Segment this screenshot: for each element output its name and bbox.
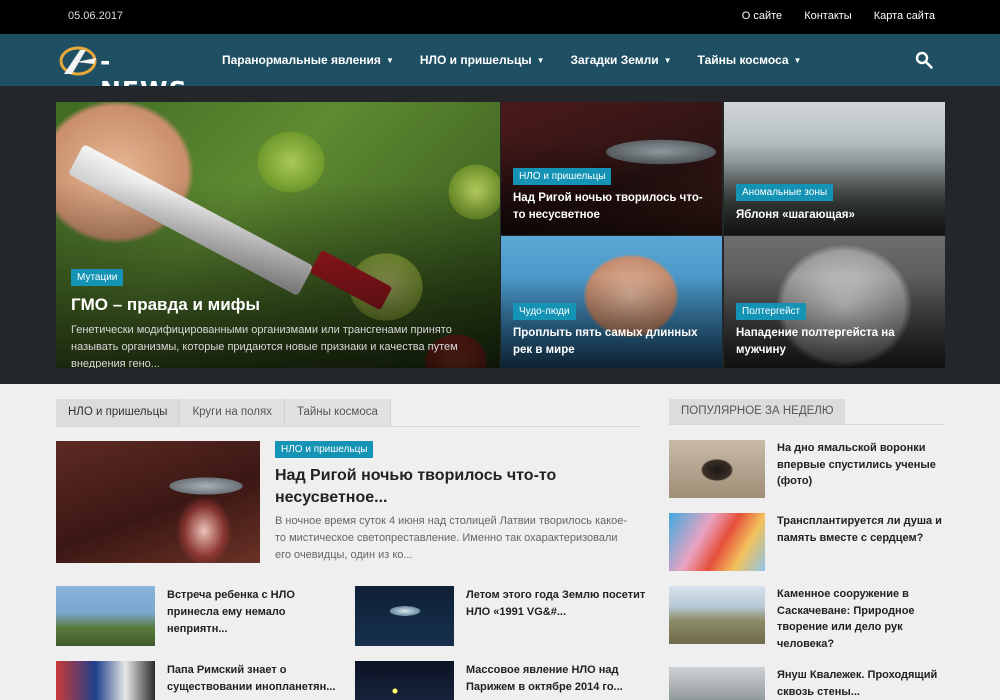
article-thumbnail[interactable] bbox=[56, 586, 155, 646]
featured-article-title[interactable]: Над Ригой ночью творилось что-то несусве… bbox=[275, 465, 605, 509]
article-title[interactable]: Каменное сооружение в Саскачеване: Приро… bbox=[777, 586, 947, 652]
tab-ufo[interactable]: НЛО и пришельцы bbox=[56, 399, 181, 426]
menu-earth-mysteries[interactable]: Загадки Земли ▼ bbox=[571, 53, 672, 67]
hero-tile[interactable]: Чудо-люди Проплыть пять самых длинных ре… bbox=[501, 236, 722, 368]
article-title[interactable]: Трансплантируется ли душа и память вмест… bbox=[777, 513, 947, 546]
hero-section: Мутации ГМО – правда и мифы Генетически … bbox=[0, 86, 1000, 384]
hero-tile[interactable]: НЛО и пришельцы Над Ригой ночью творилос… bbox=[501, 102, 722, 235]
caret-down-icon: ▼ bbox=[663, 55, 672, 65]
logo-mark-icon bbox=[59, 46, 97, 76]
menu-space-secrets[interactable]: Тайны космоса ▼ bbox=[698, 53, 802, 67]
article-excerpt: Генетически модифицированными организмам… bbox=[71, 324, 458, 368]
menu-label: НЛО и пришельцы bbox=[419, 53, 532, 67]
popular-item[interactable]: На дно ямальской воронки впервые спустил… bbox=[669, 440, 949, 500]
featured-article-image[interactable] bbox=[56, 441, 260, 563]
hero-main-article[interactable]: Мутации ГМО – правда и мифы Генетически … bbox=[56, 102, 500, 368]
caret-down-icon: ▼ bbox=[385, 55, 394, 65]
article-thumbnail[interactable] bbox=[669, 667, 765, 700]
article-thumbnail[interactable] bbox=[669, 513, 765, 571]
article-title[interactable]: Летом этого года Землю посетит НЛО «1991… bbox=[466, 587, 646, 621]
list-item[interactable]: Массовое явление НЛО над Парижем в октяб… bbox=[355, 661, 645, 700]
top-links: О сайте Контакты Карта сайта bbox=[742, 10, 935, 22]
category-badge[interactable]: Мутации bbox=[71, 269, 124, 286]
category-badge[interactable]: НЛО и пришельцы bbox=[275, 441, 374, 458]
menu-label: Загадки Земли bbox=[570, 53, 659, 67]
caret-down-icon: ▼ bbox=[793, 55, 802, 65]
main-navigation: -NEWS Паранормальные явления ▼ НЛО и при… bbox=[0, 34, 1000, 105]
search-icon[interactable] bbox=[915, 51, 933, 69]
article-title[interactable]: Яблоня «шагающая» bbox=[736, 207, 936, 224]
main-menu: Паранормальные явления ▼ НЛО и пришельцы… bbox=[222, 53, 827, 67]
top-bar: 05.06.2017 О сайте Контакты Карта сайта bbox=[0, 0, 1000, 34]
article-thumbnail[interactable] bbox=[669, 440, 765, 498]
caret-down-icon: ▼ bbox=[536, 55, 545, 65]
list-item[interactable]: Летом этого года Землю посетит НЛО «1991… bbox=[355, 586, 645, 646]
menu-ufo[interactable]: НЛО и пришельцы ▼ bbox=[420, 53, 545, 67]
menu-label: Тайны космоса bbox=[697, 53, 789, 67]
article-title[interactable]: На дно ямальской воронки впервые спустил… bbox=[777, 440, 947, 490]
tab-crop-circles[interactable]: Круги на полях bbox=[180, 399, 285, 426]
menu-label: Паранормальные явления bbox=[222, 53, 381, 67]
menu-paranormal[interactable]: Паранормальные явления ▼ bbox=[222, 53, 394, 67]
popular-heading: ПОПУЛЯРНОЕ ЗА НЕДЕЛЮ bbox=[669, 399, 846, 424]
article-thumbnail[interactable] bbox=[56, 661, 155, 700]
category-tabs: НЛО и пришельцы Круги на полях Тайны кос… bbox=[56, 399, 391, 426]
article-title[interactable]: Януш Квалежек. Проходящий сквозь стены..… bbox=[777, 667, 947, 700]
link-sitemap[interactable]: Карта сайта bbox=[874, 10, 935, 22]
article-title[interactable]: Встреча ребенка с НЛО принесла ему немал… bbox=[167, 587, 347, 638]
featured-article-excerpt: В ночное время суток 4 июня над столицей… bbox=[275, 515, 628, 561]
link-contacts[interactable]: Контакты bbox=[804, 10, 852, 22]
article-title[interactable]: ГМО – правда и мифы bbox=[71, 295, 260, 315]
article-thumbnail[interactable] bbox=[355, 586, 454, 646]
site-logo[interactable]: -NEWS bbox=[56, 44, 196, 105]
category-badge[interactable]: Чудо-люди bbox=[513, 303, 576, 320]
article-title[interactable]: Массовое явление НЛО над Парижем в октяб… bbox=[466, 662, 646, 696]
popular-item[interactable]: Януш Квалежек. Проходящий сквозь стены..… bbox=[669, 667, 949, 700]
category-badge[interactable]: Полтергейст bbox=[736, 303, 807, 320]
article-title[interactable]: Проплыть пять самых длинных рек в мире bbox=[513, 325, 718, 359]
divider bbox=[56, 426, 640, 427]
article-title[interactable]: Над Ригой ночью творилось что-то несусве… bbox=[513, 190, 713, 224]
article-title[interactable]: Папа Римский знает о существовании инопл… bbox=[167, 662, 347, 696]
category-badge[interactable]: НЛО и пришельцы bbox=[513, 168, 612, 185]
popular-item[interactable]: Трансплантируется ли душа и память вмест… bbox=[669, 513, 949, 573]
current-date: 05.06.2017 bbox=[68, 10, 124, 22]
article-thumbnail[interactable] bbox=[669, 586, 765, 644]
article-title[interactable]: Нападение полтергейста на мужчину bbox=[736, 325, 941, 359]
popular-item[interactable]: Каменное сооружение в Саскачеване: Приро… bbox=[669, 586, 949, 650]
article-thumbnail[interactable] bbox=[355, 661, 454, 700]
category-badge[interactable]: Аномальные зоны bbox=[736, 184, 834, 201]
divider bbox=[669, 424, 945, 425]
tab-space-secrets[interactable]: Тайны космоса bbox=[284, 399, 391, 426]
hero-tile[interactable]: Полтергейст Нападение полтергейста на му… bbox=[724, 236, 945, 368]
list-item[interactable]: Встреча ребенка с НЛО принесла ему немал… bbox=[56, 586, 346, 646]
list-item[interactable]: Папа Римский знает о существовании инопл… bbox=[56, 661, 346, 700]
hero-tile[interactable]: Аномальные зоны Яблоня «шагающая» bbox=[724, 102, 945, 235]
link-about[interactable]: О сайте bbox=[742, 10, 782, 22]
